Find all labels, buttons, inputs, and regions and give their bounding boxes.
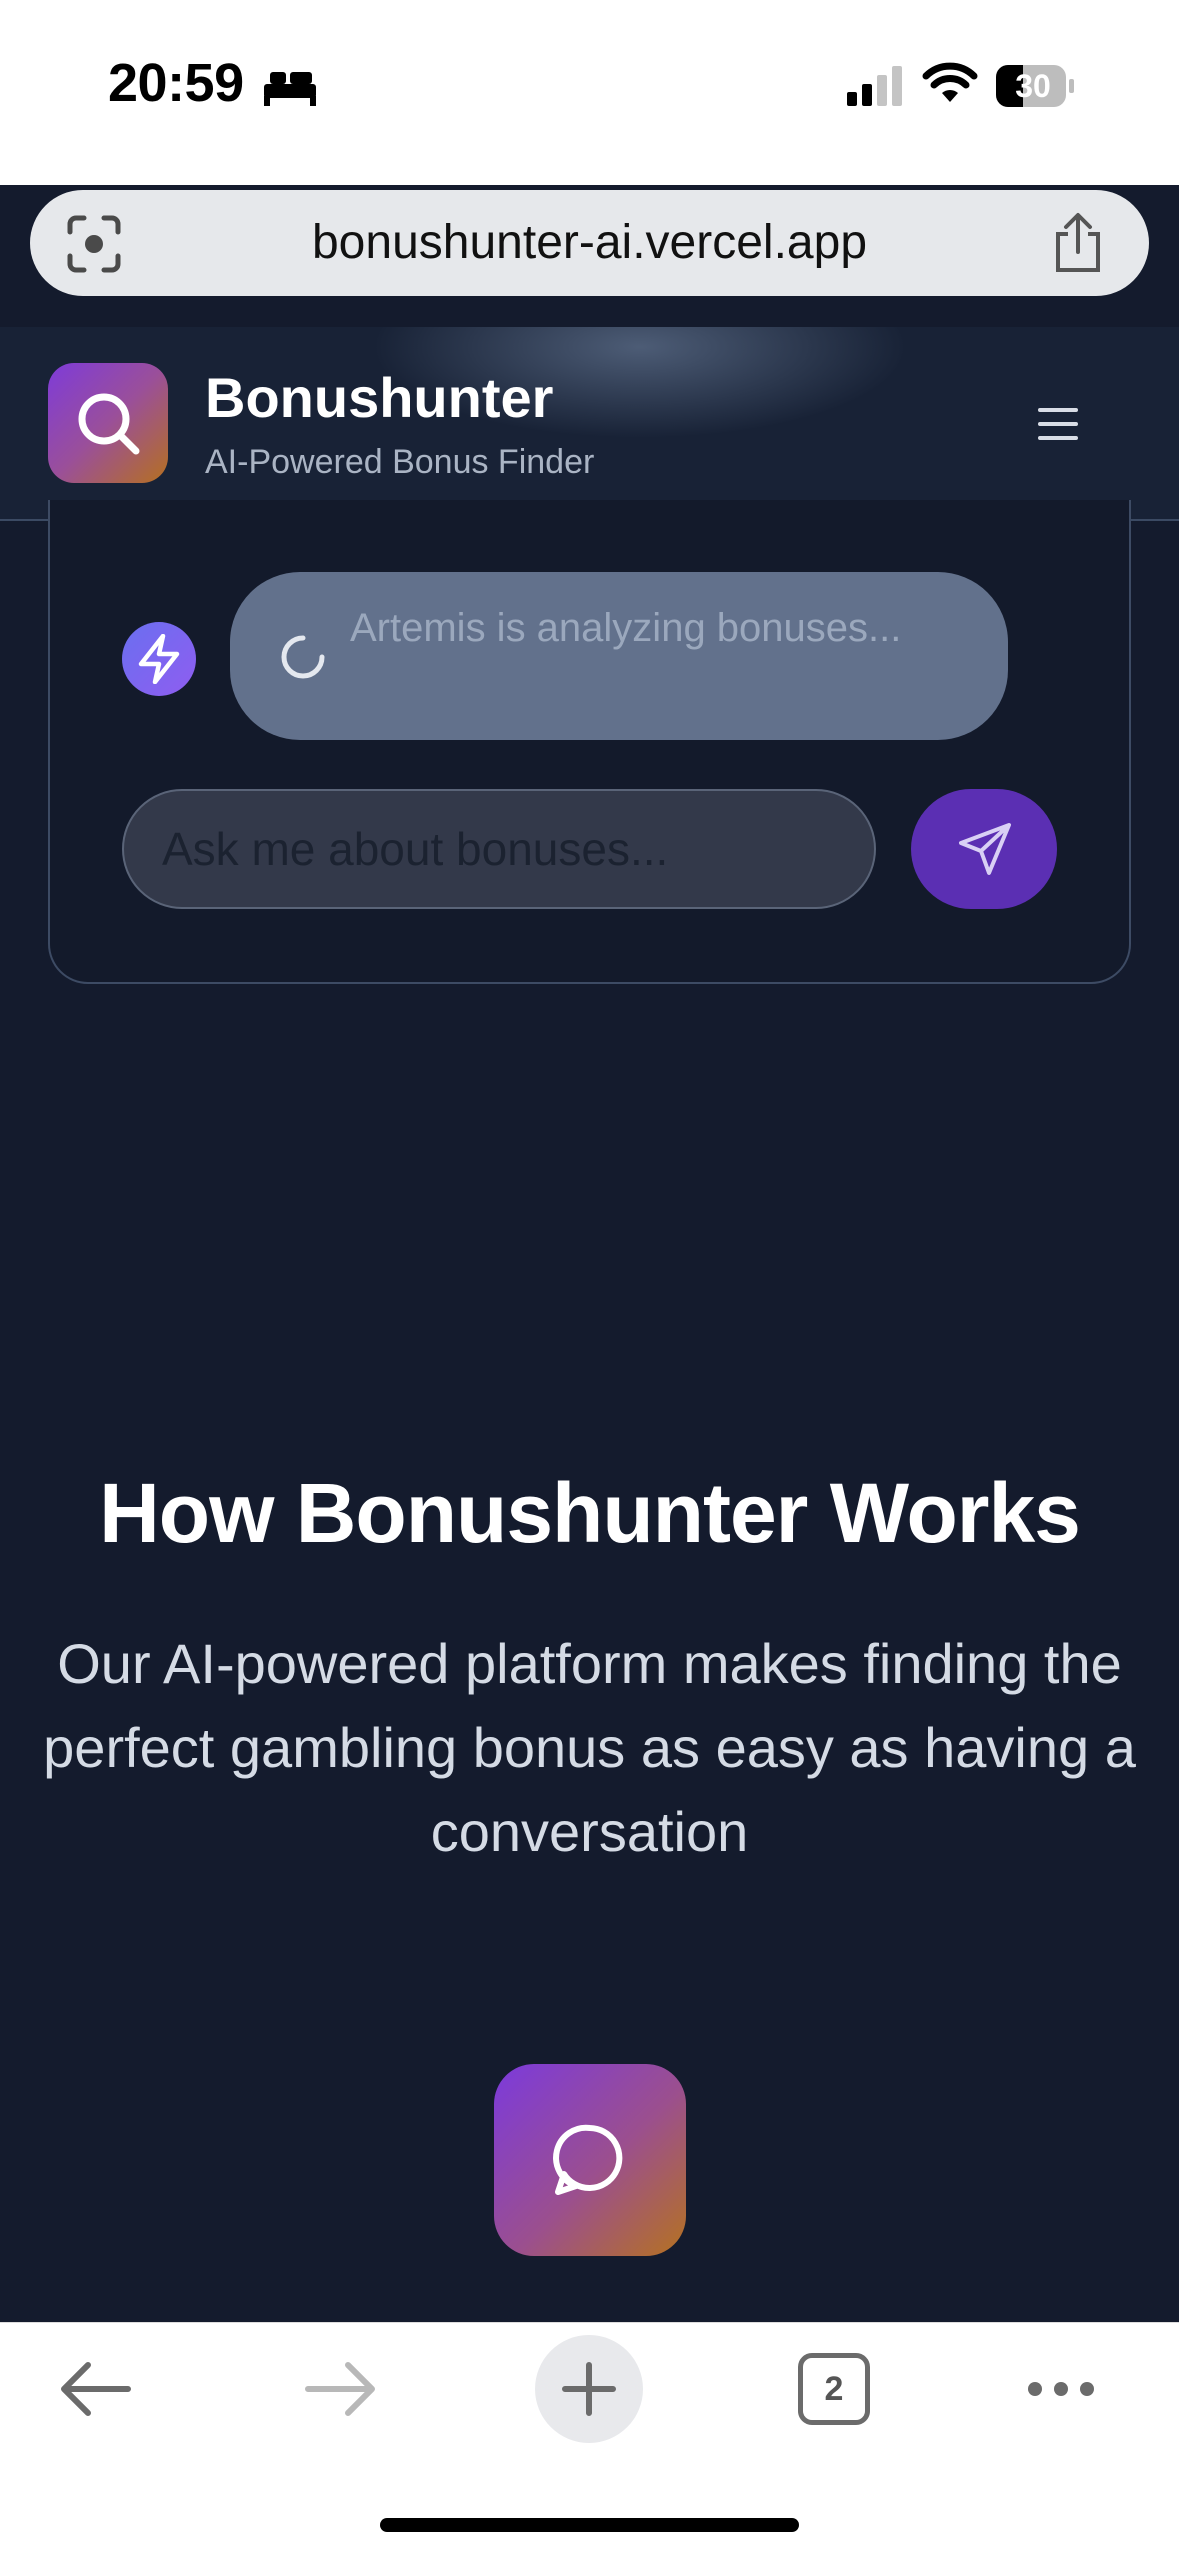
battery-level: 30 — [1015, 68, 1051, 104]
section-title: How Bonushunter Works — [99, 1466, 1081, 1560]
app-header: Bonushunter AI-Powered Bonus Finder — [0, 327, 1179, 521]
brand-tagline: AI-Powered Bonus Finder — [205, 443, 595, 481]
more-icon[interactable] — [1026, 2379, 1096, 2399]
scan-icon[interactable] — [64, 214, 124, 274]
cellular-signal-icon — [847, 66, 902, 106]
url-text[interactable]: bonushunter-ai.vercel.app — [30, 190, 1149, 296]
bed-icon — [264, 72, 316, 106]
url-bar[interactable]: bonushunter-ai.vercel.app — [30, 190, 1149, 296]
status-time: 20:59 — [108, 53, 244, 113]
send-icon — [959, 823, 1011, 875]
new-tab-button[interactable] — [535, 2335, 643, 2443]
status-bar: 20:59 30 — [0, 0, 1179, 185]
chat-bubble-icon — [553, 2124, 623, 2195]
chat-feature-icon — [494, 2064, 686, 2256]
tabs-button[interactable]: 2 — [798, 2353, 870, 2425]
forward-arrow-icon[interactable] — [304, 2357, 378, 2421]
chat-input[interactable] — [122, 789, 876, 909]
share-icon[interactable] — [1048, 212, 1108, 274]
back-arrow-icon[interactable] — [58, 2357, 132, 2421]
logo[interactable] — [48, 363, 168, 483]
loading-text: Artemis is analyzing bonuses... — [350, 606, 902, 650]
hamburger-menu-icon[interactable] — [1038, 407, 1078, 441]
send-button[interactable] — [911, 789, 1057, 909]
lightning-icon — [138, 634, 180, 684]
plus-icon — [562, 2362, 616, 2416]
section-description: Our AI-powered platform makes finding th… — [43, 1632, 1136, 1863]
spinner-icon — [281, 635, 325, 679]
brand-name: Bonushunter — [205, 366, 554, 429]
assistant-avatar — [122, 622, 196, 696]
wifi-icon — [922, 62, 978, 102]
search-icon — [78, 393, 140, 455]
loading-message-bubble: Artemis is analyzing bonuses... — [230, 572, 1008, 740]
home-indicator[interactable] — [380, 2518, 799, 2532]
